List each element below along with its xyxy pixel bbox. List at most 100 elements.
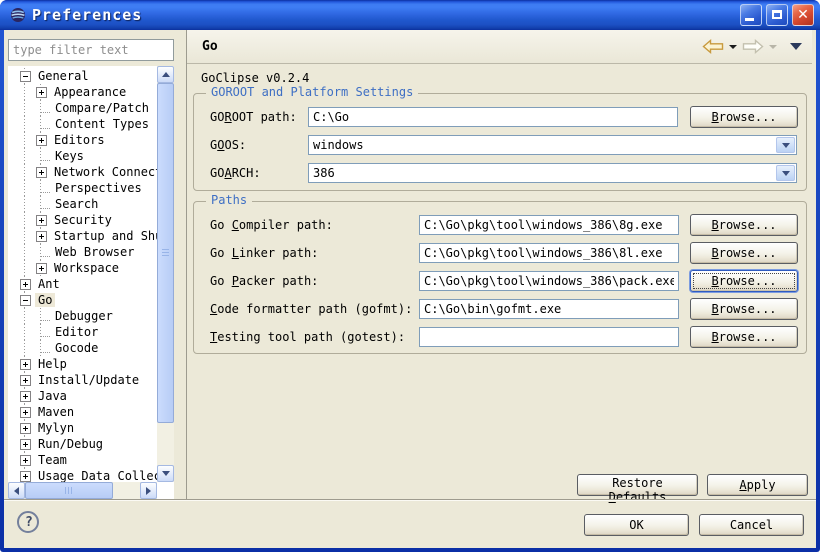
tree-item-label: Appearance xyxy=(51,85,129,99)
goos-dropdown-button[interactable] xyxy=(776,137,795,153)
back-icon[interactable] xyxy=(702,39,724,54)
tree-item-team[interactable]: Team xyxy=(8,452,157,468)
tree-connector xyxy=(40,104,50,113)
tree-item-label: Security xyxy=(51,213,115,227)
apply-button[interactable]: Apply xyxy=(707,474,808,496)
expand-plus-icon[interactable] xyxy=(36,135,47,146)
expand-plus-icon[interactable] xyxy=(20,279,31,290)
ok-button[interactable]: OK xyxy=(584,514,689,536)
go-linker-path-input[interactable] xyxy=(419,243,679,263)
goarch-combo[interactable]: 386 xyxy=(308,163,797,183)
expand-plus-icon[interactable] xyxy=(36,263,47,274)
forward-history-dropdown-icon[interactable] xyxy=(769,45,777,49)
expand-plus-icon[interactable] xyxy=(20,423,31,434)
tree-connector xyxy=(40,248,50,257)
scroll-up-button[interactable] xyxy=(157,66,174,83)
expand-plus-icon[interactable] xyxy=(20,375,31,386)
back-history-dropdown-icon[interactable] xyxy=(729,45,737,49)
paths-group: Paths Go Compiler path:Browse...Go Linke… xyxy=(193,201,807,354)
tree-item-workspace[interactable]: Workspace xyxy=(8,260,157,276)
expand-plus-icon[interactable] xyxy=(20,471,31,482)
forward-icon[interactable] xyxy=(742,39,764,54)
expand-plus-icon[interactable] xyxy=(20,407,31,418)
code-formatter-path-gofmt-input[interactable] xyxy=(419,299,679,319)
go-packer-path-input[interactable] xyxy=(419,271,679,291)
tree-item-content-types[interactable]: Content Types xyxy=(8,116,157,132)
expand-plus-icon[interactable] xyxy=(36,215,47,226)
expand-plus-icon[interactable] xyxy=(20,391,31,402)
tree-item-network-connect[interactable]: Network Connect xyxy=(8,164,157,180)
tree-item-label: Perspectives xyxy=(52,181,145,195)
tree-item-usage-data-collect[interactable]: Usage Data Collect xyxy=(8,468,157,482)
tree-item-debugger[interactable]: Debugger xyxy=(8,308,157,324)
goarch-label: GOARCH: xyxy=(210,166,308,180)
go-compiler-path-browse-button[interactable]: Browse... xyxy=(690,214,798,236)
tree-item-general[interactable]: General xyxy=(8,68,157,84)
tree-connector xyxy=(40,328,50,337)
tree-item-java[interactable]: Java xyxy=(8,388,157,404)
tree-item-help[interactable]: Help xyxy=(8,356,157,372)
expand-plus-icon[interactable] xyxy=(20,455,31,466)
collapse-minus-icon[interactable] xyxy=(20,71,31,82)
goos-combo[interactable]: windows xyxy=(308,135,797,155)
vertical-scroll-thumb[interactable] xyxy=(157,83,174,423)
go-packer-path-browse-button[interactable]: Browse... xyxy=(690,270,798,292)
view-menu-icon[interactable] xyxy=(790,43,802,50)
titlebar[interactable]: Preferences ✕ xyxy=(0,0,820,30)
tree-item-gocode[interactable]: Gocode xyxy=(8,340,157,356)
testing-tool-path-gotest-browse-button[interactable]: Browse... xyxy=(690,326,798,348)
tree-item-go[interactable]: Go xyxy=(8,292,157,308)
cancel-button[interactable]: Cancel xyxy=(699,514,804,536)
expand-plus-icon[interactable] xyxy=(36,231,47,242)
scroll-right-button[interactable] xyxy=(140,482,157,499)
expand-plus-icon[interactable] xyxy=(36,87,47,98)
testing-tool-path-gotest-input[interactable] xyxy=(419,327,679,347)
expand-plus-icon[interactable] xyxy=(20,439,31,450)
minimize-button[interactable] xyxy=(740,4,762,26)
goroot-browse-button[interactable]: Browse... xyxy=(690,106,798,128)
tree-item-label: Search xyxy=(52,197,101,211)
restore-defaults-button[interactable]: Restore Defaults xyxy=(577,474,698,496)
maximize-button[interactable] xyxy=(766,4,788,26)
goroot-settings-group: GOROOT and Platform Settings GOROOT path… xyxy=(193,93,807,191)
tree-item-editor[interactable]: Editor xyxy=(8,324,157,340)
goarch-dropdown-button[interactable] xyxy=(776,165,795,181)
tree-item-keys[interactable]: Keys xyxy=(8,148,157,164)
goos-value: windows xyxy=(309,136,775,154)
paths-group-title: Paths xyxy=(206,193,252,207)
tree-item-label: Editors xyxy=(51,133,108,147)
horizontal-scroll-thumb[interactable] xyxy=(25,482,113,499)
expand-plus-icon[interactable] xyxy=(36,167,47,178)
minimize-icon xyxy=(745,18,754,21)
close-button[interactable]: ✕ xyxy=(792,4,814,26)
tree-item-label: Web Browser xyxy=(52,245,137,259)
goroot-path-input[interactable] xyxy=(308,107,678,127)
go-compiler-path-input[interactable] xyxy=(419,215,679,235)
eclipse-icon xyxy=(10,7,26,23)
tree-vertical-scrollbar[interactable] xyxy=(157,66,174,482)
tree-horizontal-scrollbar[interactable] xyxy=(8,482,157,499)
tree-item-perspectives[interactable]: Perspectives xyxy=(8,180,157,196)
go-linker-path-browse-button[interactable]: Browse... xyxy=(690,242,798,264)
scroll-left-button[interactable] xyxy=(8,482,25,499)
preferences-tree: GeneralAppearanceCompare/PatchContent Ty… xyxy=(8,66,174,499)
tree-item-web-browser[interactable]: Web Browser xyxy=(8,244,157,260)
tree-item-compare-patch[interactable]: Compare/Patch xyxy=(8,100,157,116)
tree-item-security[interactable]: Security xyxy=(8,212,157,228)
filter-input[interactable] xyxy=(8,39,174,61)
expand-plus-icon[interactable] xyxy=(20,359,31,370)
tree-item-ant[interactable]: Ant xyxy=(8,276,157,292)
tree-item-run-debug[interactable]: Run/Debug xyxy=(8,436,157,452)
tree-item-mylyn[interactable]: Mylyn xyxy=(8,420,157,436)
tree-item-search[interactable]: Search xyxy=(8,196,157,212)
tree-item-maven[interactable]: Maven xyxy=(8,404,157,420)
scroll-down-button[interactable] xyxy=(157,465,174,482)
tree-item-editors[interactable]: Editors xyxy=(8,132,157,148)
tree-item-install-update[interactable]: Install/Update xyxy=(8,372,157,388)
tree-item-label: Usage Data Collect xyxy=(35,469,157,482)
tree-item-appearance[interactable]: Appearance xyxy=(8,84,157,100)
help-button[interactable]: ? xyxy=(17,511,39,533)
tree-item-startup-and-shu[interactable]: Startup and Shu xyxy=(8,228,157,244)
code-formatter-path-gofmt-browse-button[interactable]: Browse... xyxy=(690,298,798,320)
collapse-minus-icon[interactable] xyxy=(20,295,31,306)
